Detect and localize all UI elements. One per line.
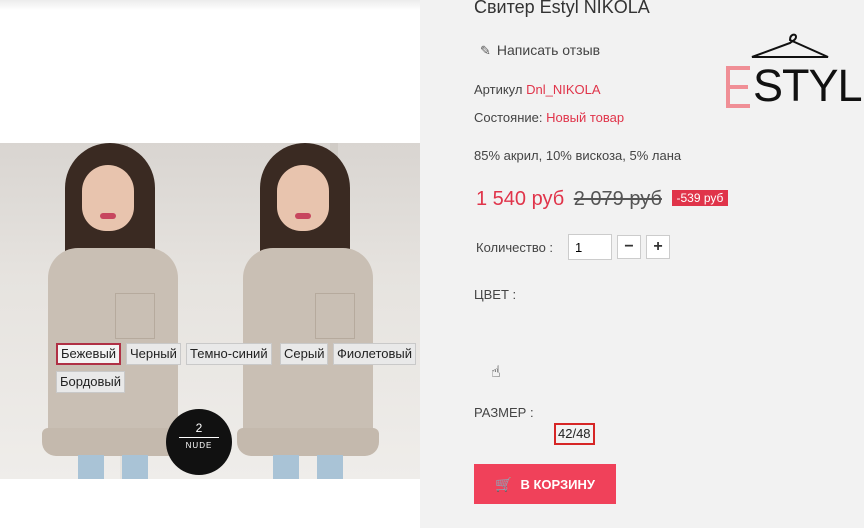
current-price: 1 540 руб — [476, 188, 565, 210]
condition-row: Состояние: Новый товар — [474, 110, 624, 125]
logo-text: STYL — [753, 60, 863, 111]
color-option-navy[interactable]: Темно-синий — [186, 343, 272, 365]
hand-cursor-icon: ☝ — [491, 364, 501, 381]
condition-label: Состояние: — [474, 110, 543, 125]
pencil-icon: ✎ — [480, 43, 491, 58]
old-price: 2 079 руб — [573, 188, 662, 210]
quantity-increase-button[interactable]: + — [646, 235, 670, 259]
quantity-input[interactable] — [568, 234, 612, 260]
brand-logo: STYL — [726, 30, 864, 110]
badge-number: 2 — [195, 421, 203, 435]
size-label: РАЗМЕР : — [474, 405, 534, 420]
sku-row: Артикул Dnl_NIKOLA — [474, 82, 601, 97]
model-figure — [215, 143, 405, 479]
quantity-label: Количество : — [476, 240, 554, 255]
cart-icon: 🛒 — [495, 476, 513, 492]
color-option-beige[interactable]: Бежевый — [56, 343, 122, 365]
product-image-panel: 2 NUDE — [0, 0, 420, 528]
composition-text: 85% акрил, 10% вискоза, 5% лана — [474, 148, 682, 163]
hanger-icon — [751, 33, 829, 58]
price-block: 1 540 руб 2 079 руб -539 руб — [476, 188, 729, 211]
sku-label: Артикул — [474, 82, 523, 97]
add-to-cart-button[interactable]: 🛒 В КОРЗИНУ — [474, 464, 616, 504]
color-option-black[interactable]: Черный — [126, 343, 181, 365]
write-review-label: Написать отзыв — [496, 42, 601, 58]
write-review-link[interactable]: ✎ Написать отзыв — [480, 42, 600, 59]
product-title: Свитер Estyl NIKOLA — [474, 0, 650, 17]
discount-badge: -539 руб — [671, 190, 729, 206]
top-shadow — [0, 0, 420, 10]
color-option-gray[interactable]: Серый — [280, 343, 329, 365]
badge-text: NUDE — [185, 441, 213, 450]
color-option-purple[interactable]: Фиолетовый — [333, 343, 417, 365]
color-label: ЦВЕТ : — [474, 287, 517, 302]
size-option[interactable]: 42/48 — [554, 423, 595, 445]
condition-value: Новый товар — [546, 110, 625, 125]
add-to-cart-label: В КОРЗИНУ — [520, 477, 595, 492]
sku-value: Dnl_NIKOLA — [526, 82, 601, 97]
brand-badge: 2 NUDE — [166, 409, 232, 475]
logo-letter-e — [726, 66, 750, 108]
color-option-burgundy[interactable]: Бордовый — [56, 371, 126, 393]
quantity-decrease-button[interactable]: − — [617, 235, 641, 259]
